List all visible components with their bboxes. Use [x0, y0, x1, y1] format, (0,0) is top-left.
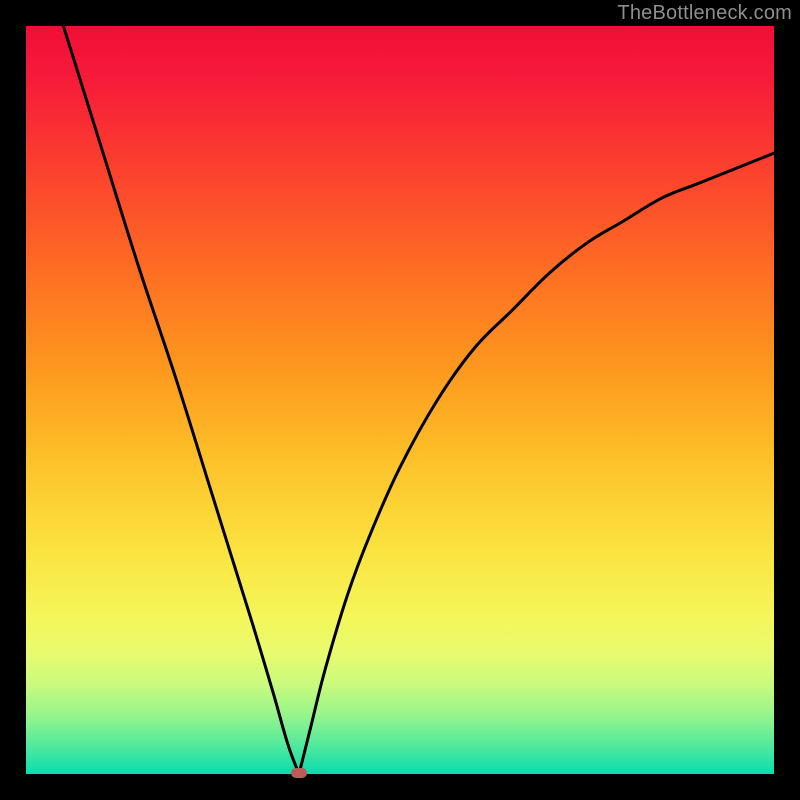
chart-curve-layer	[26, 26, 774, 774]
watermark-text: TheBottleneck.com	[617, 2, 792, 25]
curve-right-branch	[299, 153, 774, 774]
chart-minimum-marker	[291, 768, 307, 778]
chart-frame: TheBottleneck.com	[0, 0, 800, 800]
curve-left-branch	[63, 26, 299, 774]
